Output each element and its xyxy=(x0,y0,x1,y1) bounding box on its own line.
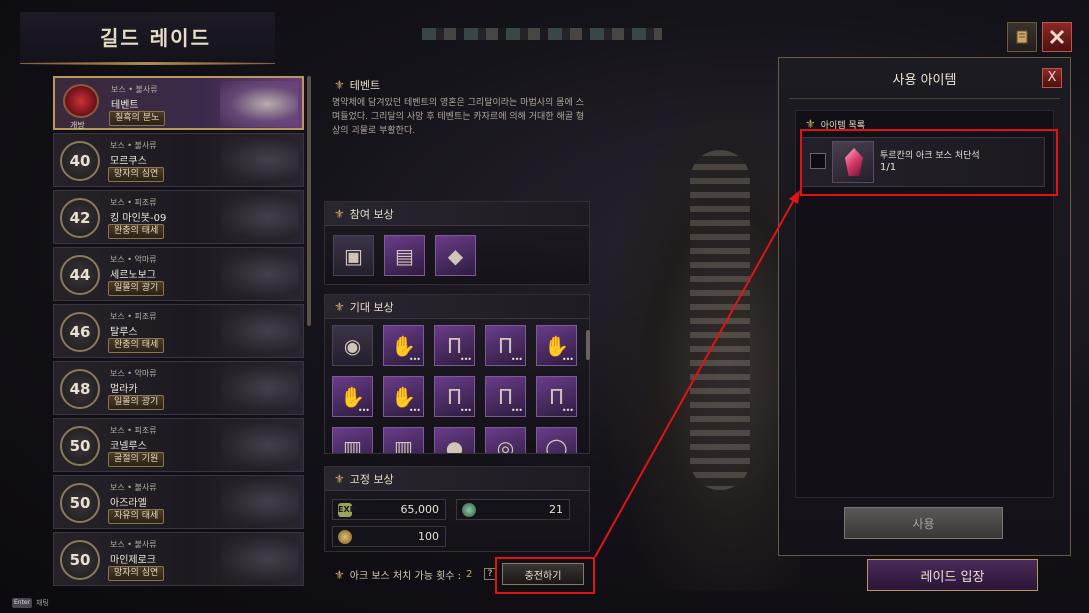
annotation-arrow xyxy=(594,190,800,558)
raid-enter-button[interactable]: 레이드 입장 xyxy=(867,559,1038,591)
chat-label: 채팅 xyxy=(36,599,49,607)
enter-key-hint: Enter xyxy=(12,598,32,608)
